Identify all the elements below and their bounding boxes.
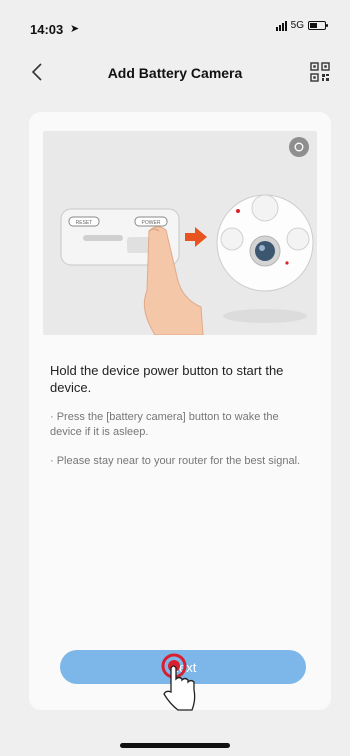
instructions: Hold the device power button to start th… [50,362,312,469]
reset-label: RESET [76,220,93,226]
device-illustration: RESET POWER [43,131,317,335]
tap-hand-icon [161,653,196,711]
instruction-tip-2: · Please stay near to your router for th… [50,455,301,467]
network-type: 5G [290,20,304,31]
status-time: 14:03 [30,22,64,37]
nav-bar: Add Battery Camera [0,50,350,94]
instruction-main: Hold the device power button to start th… [50,363,284,395]
location-arrow-icon: ➤ [70,23,80,35]
power-label: POWER [142,220,161,226]
qr-code-icon[interactable] [310,62,330,82]
page-title: Add Battery Camera [107,65,243,81]
content-card: RESET POWER Hold the device power button… [29,112,331,711]
instruction-tip-1: · Press the [battery camera] button to w… [50,411,279,438]
home-indicator [120,743,230,748]
battery-icon [308,21,328,30]
help-icon[interactable] [289,137,309,157]
status-bar: 14:03 ➤ 5G [0,0,350,44]
status-icons: 5G [275,20,328,31]
signal-icon [275,20,287,31]
next-button[interactable]: Next [60,650,306,711]
